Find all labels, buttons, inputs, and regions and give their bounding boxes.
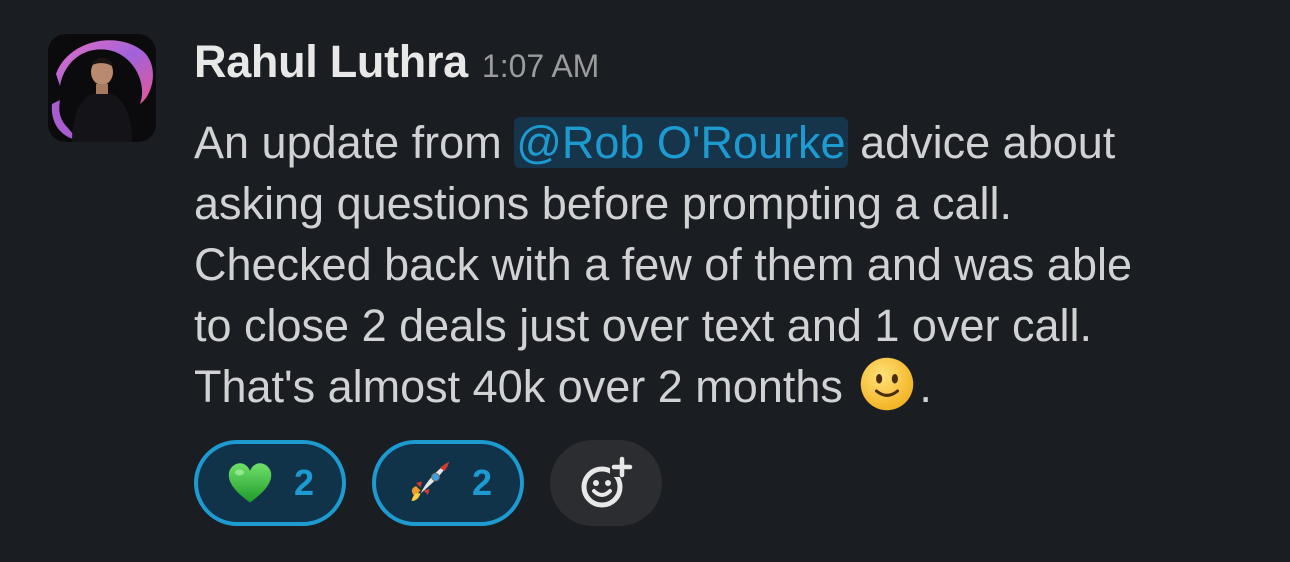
reactions-bar: 2 2 [194, 440, 662, 526]
message-line: asking questions before prompting a call… [194, 178, 1012, 229]
message-timestamp[interactable]: 1:07 AM [482, 48, 599, 85]
text-segment: advice about [847, 117, 1116, 168]
reaction-count: 2 [471, 462, 493, 503]
reaction-green-heart[interactable]: 2 [194, 440, 346, 526]
green-heart-icon [228, 463, 272, 503]
slightly-smiling-face-icon [861, 357, 914, 411]
avatar[interactable] [48, 34, 156, 142]
author-name[interactable]: Rahul Luthra [194, 36, 468, 88]
message-line: That's almost 40k over 2 months . [194, 356, 1274, 417]
reaction-rocket[interactable]: 2 [372, 440, 524, 526]
message-line: to close 2 deals just over text and 1 ov… [194, 300, 1092, 351]
rocket-icon [411, 462, 449, 501]
message: Rahul Luthra 1:07 AM An update from @Rob… [0, 0, 1290, 562]
message-line: An update from @Rob O'Rourke advice abou… [194, 112, 1274, 173]
reaction-count: 2 [293, 462, 315, 503]
text-segment: An update from [194, 117, 515, 168]
text-segment: . [919, 361, 932, 412]
text-segment: That's almost 40k over 2 months [194, 361, 856, 412]
message-line: Checked back with a few of them and was … [194, 239, 1133, 290]
add-reaction-icon [581, 456, 633, 508]
message-header: Rahul Luthra 1:07 AM [194, 36, 599, 96]
add-reaction-button[interactable] [550, 440, 662, 526]
message-body: An update from @Rob O'Rourke advice abou… [194, 112, 1274, 417]
user-mention[interactable]: @Rob O'Rourke [514, 117, 848, 168]
